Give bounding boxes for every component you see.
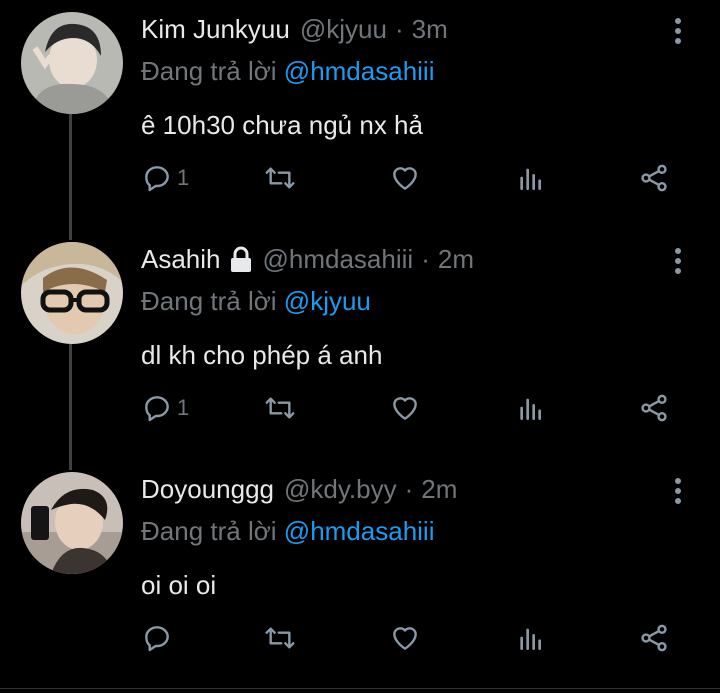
avatar[interactable] — [21, 242, 123, 344]
replying-to: Đang trả lời @hmdasahiii — [141, 56, 434, 87]
tweet-text: oi oi oi — [141, 570, 217, 600]
retweet-icon — [265, 397, 295, 419]
timestamp[interactable]: 3m — [412, 14, 448, 45]
like-button[interactable] — [389, 388, 421, 428]
separator: · — [421, 244, 430, 274]
mention-link[interactable]: @kjyuu — [284, 286, 371, 316]
heart-icon — [393, 627, 417, 650]
tweet-header: Doyounggg @kdy.byy · 2m — [141, 474, 457, 505]
replying-to-label: Đang trả lời — [141, 56, 277, 86]
tweet[interactable]: Kim Junkyuu @kjyuu · 3m Đang trả lời @hm… — [0, 0, 720, 230]
views-icon — [520, 628, 541, 650]
lock-icon — [229, 246, 253, 274]
more-vertical-icon[interactable] — [665, 474, 691, 508]
user-handle[interactable]: @kdy.byy — [284, 474, 397, 505]
divider — [0, 688, 720, 689]
views-icon — [520, 398, 541, 420]
replying-to: Đang trả lời @kjyuu — [141, 286, 371, 317]
share-button[interactable] — [638, 388, 670, 428]
timestamp[interactable]: 2m — [438, 244, 474, 275]
retweet-button[interactable] — [264, 158, 296, 198]
display-name[interactable]: Asahih — [141, 244, 221, 275]
reply-icon — [145, 396, 169, 422]
action-bar: 1 — [0, 388, 720, 428]
like-button[interactable] — [389, 158, 421, 198]
reply-count: 1 — [177, 165, 190, 190]
tweet-header: Kim Junkyuu @kjyuu · 3m — [141, 14, 448, 45]
tweet-text: dl kh cho phép á anh — [141, 340, 383, 370]
share-button[interactable] — [638, 158, 670, 198]
retweet-button[interactable] — [264, 618, 296, 658]
replying-to: Đang trả lời @hmdasahiii — [141, 516, 434, 547]
tweet[interactable]: Asahih @hmdasahiii · 2m Đang trả lời @kj… — [0, 230, 720, 460]
share-icon — [641, 394, 667, 422]
action-bar — [0, 618, 720, 658]
retweet-icon — [265, 167, 295, 189]
mention-link[interactable]: @hmdasahiii — [284, 516, 435, 546]
mention-link[interactable]: @hmdasahiii — [284, 56, 435, 86]
more-vertical-icon[interactable] — [665, 14, 691, 48]
display-name[interactable]: Kim Junkyuu — [141, 14, 290, 45]
views-button[interactable] — [515, 388, 547, 428]
more-vertical-icon[interactable] — [665, 244, 691, 278]
replying-to-label: Đang trả lời — [141, 286, 277, 316]
retweet-button[interactable] — [264, 388, 296, 428]
timestamp[interactable]: 2m — [421, 474, 457, 505]
user-handle[interactable]: @kjyuu — [300, 14, 387, 45]
share-icon — [641, 624, 667, 652]
replying-to-label: Đang trả lời — [141, 516, 277, 546]
reply-button[interactable] — [141, 618, 177, 658]
views-button[interactable] — [515, 158, 547, 198]
reply-button[interactable]: 1 — [141, 388, 189, 428]
reply-icon — [145, 626, 169, 652]
user-handle[interactable]: @hmdasahiii — [263, 244, 414, 275]
share-button[interactable] — [638, 618, 670, 658]
views-icon — [520, 168, 541, 190]
avatar[interactable] — [21, 12, 123, 114]
tweet[interactable]: Doyounggg @kdy.byy · 2m Đang trả lời @hm… — [0, 460, 720, 690]
heart-icon — [393, 397, 417, 420]
separator: · — [404, 474, 414, 504]
reply-button[interactable]: 1 — [141, 158, 189, 198]
retweet-icon — [265, 627, 295, 649]
heart-icon — [393, 167, 417, 190]
tweet-text: ê 10h30 chưa ngủ nx hả — [141, 110, 423, 140]
tweet-header: Asahih @hmdasahiii · 2m — [141, 244, 474, 275]
separator: · — [394, 14, 404, 44]
avatar[interactable] — [21, 472, 123, 574]
display-name[interactable]: Doyounggg — [141, 474, 274, 505]
reply-count: 1 — [177, 395, 190, 420]
share-icon — [641, 164, 667, 192]
like-button[interactable] — [389, 618, 421, 658]
action-bar: 1 — [0, 158, 720, 198]
reply-icon — [145, 166, 169, 192]
views-button[interactable] — [515, 618, 547, 658]
